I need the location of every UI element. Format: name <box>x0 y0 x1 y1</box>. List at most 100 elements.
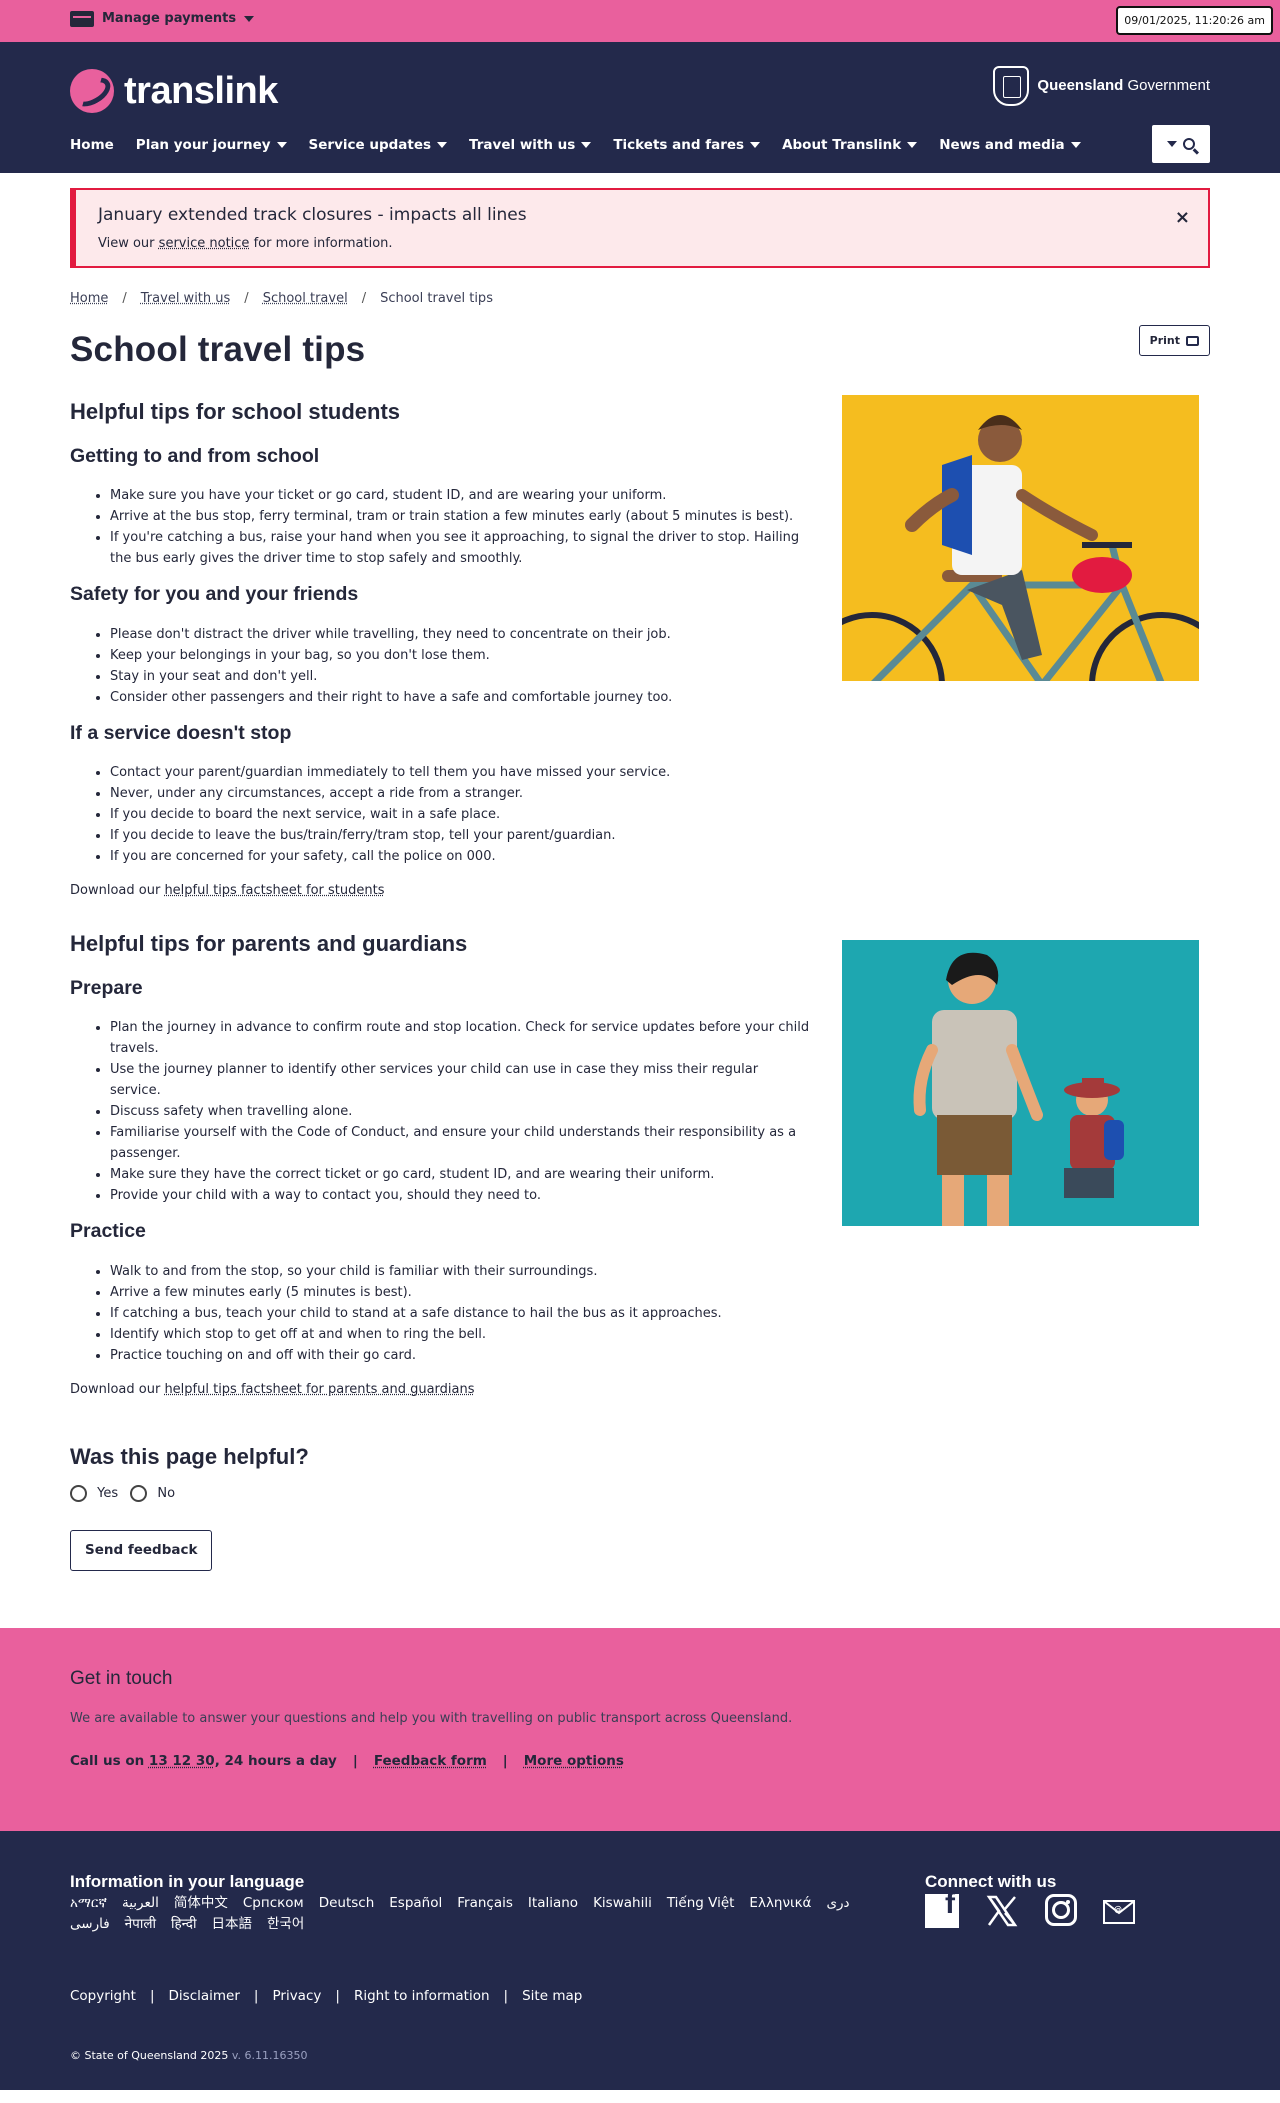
service-doesnt-stop-list: Contact your parent/guardian immediately… <box>110 762 810 867</box>
content-column: Helpful tips for school students Getting… <box>70 395 810 1571</box>
main-content: Helpful tips for school students Getting… <box>70 395 1210 1571</box>
list-item: Walk to and from the stop, so your child… <box>110 1261 810 1282</box>
service-notice-link[interactable]: service notice <box>159 236 250 251</box>
feedback-heading: Was this page helpful? <box>70 1443 309 1469</box>
social-links: f @ <box>925 1887 1135 1928</box>
main-nav: Home Plan your journey Service updates T… <box>70 135 1103 156</box>
breadcrumb-school-travel[interactable]: School travel <box>263 289 348 309</box>
crest-icon <box>993 66 1030 106</box>
list-item: Consider other passengers and their righ… <box>110 687 810 708</box>
send-feedback-button[interactable]: Send feedback <box>70 1529 213 1571</box>
alert-body: View our service notice for more informa… <box>98 236 393 252</box>
language-link[interactable]: 한국어 <box>267 1914 304 1935</box>
email-icon[interactable]: @ <box>1103 1899 1135 1924</box>
facebook-icon[interactable]: f <box>925 1887 959 1928</box>
language-link[interactable]: Español <box>389 1893 442 1914</box>
payment-card-icon <box>70 11 94 28</box>
language-link[interactable]: 日本語 <box>211 1914 252 1935</box>
list-item: Make sure they have the correct ticket o… <box>110 1164 810 1185</box>
nav-tickets-fares[interactable]: Tickets and fares <box>613 135 761 156</box>
nav-service-updates[interactable]: Service updates <box>309 135 448 156</box>
chevron-down-icon <box>244 16 255 23</box>
alert-title: January extended track closures - impact… <box>98 205 527 225</box>
contact-links: Call us on 13 12 30, 24 hours a day | Fe… <box>70 1751 1210 1772</box>
svg-text:@: @ <box>1114 1905 1122 1914</box>
yes-label: Yes <box>97 1485 119 1501</box>
getting-to-school-heading: Getting to and from school <box>70 445 320 468</box>
close-icon[interactable]: × <box>1175 204 1190 232</box>
call-us: Call us on 13 12 30, 24 hours a day <box>70 1753 337 1770</box>
language-link[interactable]: Ελληνικά <box>749 1893 811 1914</box>
language-link[interactable]: Српском <box>243 1893 304 1914</box>
nav-home[interactable]: Home <box>70 135 114 156</box>
feedback-form-link[interactable]: Feedback form <box>374 1751 487 1772</box>
breadcrumb-travel-with-us[interactable]: Travel with us <box>141 289 231 309</box>
nav-travel-with-us[interactable]: Travel with us <box>469 135 592 156</box>
search-icon <box>1183 138 1195 150</box>
translink-logo[interactable]: translink <box>70 62 278 121</box>
language-link[interactable]: Italiano <box>528 1893 578 1914</box>
right-to-information-link[interactable]: Right to information <box>354 1986 490 2007</box>
language-link[interactable]: فارسی <box>70 1914 110 1935</box>
get-in-touch-heading: Get in touch <box>70 1667 173 1689</box>
language-link[interactable]: Français <box>457 1893 513 1914</box>
parents-heading: Helpful tips for parents and guardians <box>70 931 468 957</box>
yes-radio[interactable] <box>70 1484 87 1502</box>
x-icon[interactable] <box>985 1894 1019 1928</box>
breadcrumb-current: School travel tips <box>380 291 493 306</box>
disclaimer-link[interactable]: Disclaimer <box>169 1986 240 2007</box>
language-link[interactable]: العربية <box>122 1893 159 1914</box>
list-item: Please don't distract the driver while t… <box>110 624 810 645</box>
printer-icon <box>1186 335 1199 346</box>
print-button[interactable]: Print <box>1138 325 1210 357</box>
parents-factsheet-link[interactable]: helpful tips factsheet for parents and g… <box>164 1382 474 1397</box>
nav-plan-journey[interactable]: Plan your journey <box>136 135 287 156</box>
get-in-touch-text: We are available to answer your question… <box>70 1711 793 1727</box>
nav-about-translink[interactable]: About Translink <box>782 135 918 156</box>
breadcrumb: Home / Travel with us / School travel / … <box>70 289 1210 309</box>
phone-link[interactable]: 13 12 30 <box>149 1753 215 1769</box>
language-link[interactable]: አማርኛ <box>70 1893 107 1914</box>
privacy-link[interactable]: Privacy <box>272 1986 321 2007</box>
language-link[interactable]: हिन्दी <box>171 1914 197 1935</box>
breadcrumb-separator: / <box>361 291 367 306</box>
chevron-down-icon <box>750 142 761 149</box>
language-link[interactable]: 简体中文 <box>174 1893 228 1914</box>
translink-logo-text: translink <box>124 70 278 112</box>
separator: | <box>253 1987 259 2004</box>
no-radio[interactable] <box>130 1484 148 1502</box>
print-label: Print <box>1149 334 1180 348</box>
student-cyclist-illustration <box>842 415 1199 682</box>
list-item: Make sure you have your ticket or go car… <box>110 485 810 506</box>
list-item: Stay in your seat and don't yell. <box>110 666 810 687</box>
chevron-down-icon <box>907 142 918 149</box>
no-label: No <box>157 1485 176 1501</box>
students-factsheet-link[interactable]: helpful tips factsheet for students <box>164 883 384 898</box>
search-button[interactable] <box>1152 125 1210 163</box>
copyright-link[interactable]: Copyright <box>70 1986 136 2007</box>
site-map-link[interactable]: Site map <box>522 1986 582 2007</box>
site-header: translink Queensland Government Home Pla… <box>0 42 1280 173</box>
queensland-government-logo[interactable]: Queensland Government <box>993 66 1210 106</box>
students-download: Download our helpful tips factsheet for … <box>70 882 385 898</box>
separator: | <box>149 1987 155 2004</box>
list-item: Plan the journey in advance to confirm r… <box>110 1017 810 1059</box>
language-heading: Information in your language <box>70 1871 305 1891</box>
version-text: v. 6.11.16350 <box>231 2048 308 2062</box>
instagram-icon[interactable] <box>1045 1893 1077 1926</box>
list-item: Keep your belongings in your bag, so you… <box>110 645 810 666</box>
language-link[interactable]: Tiếng Việt <box>667 1893 735 1914</box>
language-link[interactable]: नेपाली <box>125 1914 156 1935</box>
site-footer: Information in your language አማርኛ العربي… <box>0 1830 1280 2090</box>
nav-news-media[interactable]: News and media <box>939 135 1081 156</box>
breadcrumb-home[interactable]: Home <box>70 289 108 309</box>
manage-payments-menu[interactable]: Manage payments <box>70 9 255 29</box>
prepare-list: Plan the journey in advance to confirm r… <box>110 1017 810 1206</box>
breadcrumb-separator: / <box>122 291 127 306</box>
language-link[interactable]: دری <box>826 1893 849 1914</box>
language-link[interactable]: Deutsch <box>319 1893 375 1914</box>
list-item: Never, under any circumstances, accept a… <box>110 783 810 804</box>
language-link[interactable]: Kiswahili <box>593 1893 652 1914</box>
parent-child-image <box>842 940 1199 1227</box>
more-options-link[interactable]: More options <box>524 1751 624 1772</box>
